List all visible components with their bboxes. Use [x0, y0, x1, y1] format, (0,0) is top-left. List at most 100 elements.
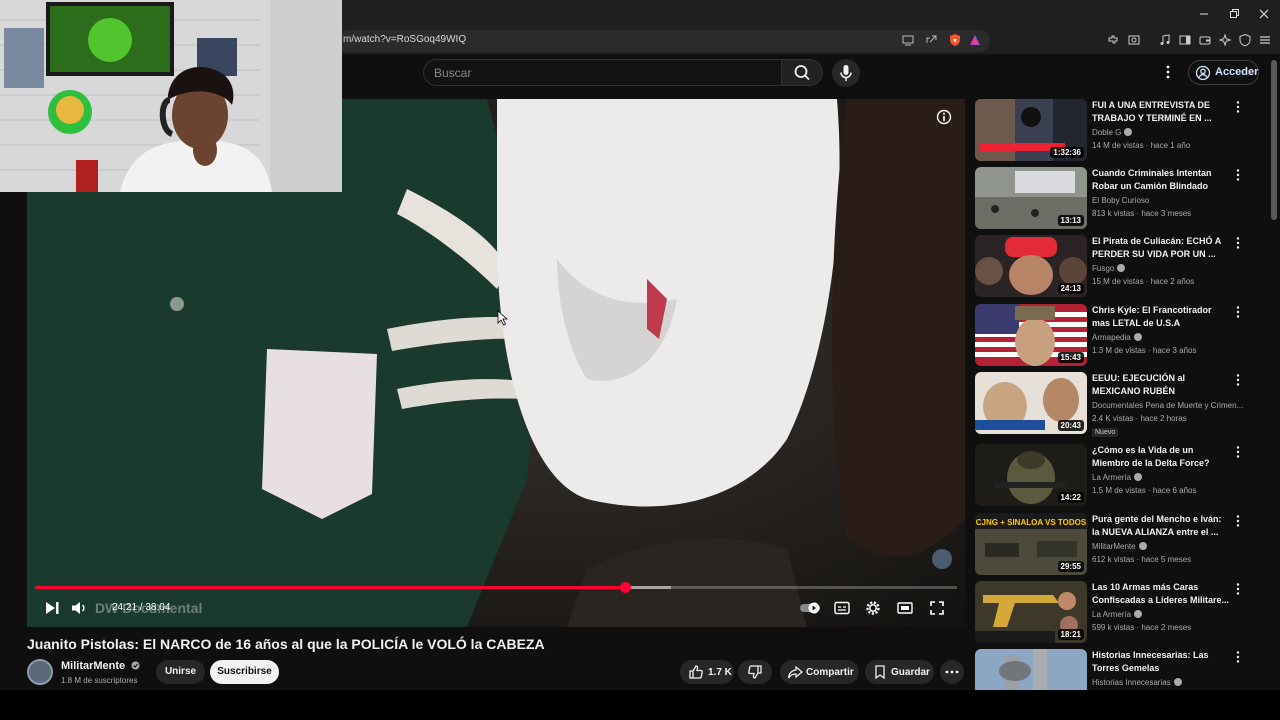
- more-actions-button[interactable]: [940, 660, 964, 684]
- recommendation-channel[interactable]: Armapedia: [1092, 333, 1142, 342]
- recommendation-thumbnail[interactable]: CJNG + SINALOA VS TODOS 29:55: [975, 513, 1087, 575]
- recommendation-item[interactable]: 15:43 Chris Kyle: El Francotirador mas L…: [975, 304, 1250, 368]
- recommendation-thumbnail[interactable]: 24:13: [975, 235, 1087, 297]
- recommendation-thumbnail[interactable]: 15:43: [975, 304, 1087, 366]
- subscribe-button[interactable]: Suscribirse: [210, 660, 279, 684]
- media-music-icon[interactable]: [1158, 33, 1172, 47]
- recommendation-channel-name[interactable]: Armapedia: [1092, 333, 1131, 342]
- recommendation-item[interactable]: 24:13 El Pirata de Culiacán: ECHÓ A PERD…: [975, 235, 1250, 299]
- recommendation-item[interactable]: 14:22 ¿Cómo es la Vida de un Miembro de …: [975, 444, 1250, 508]
- more-vertical-icon[interactable]: [1236, 169, 1240, 181]
- join-button[interactable]: Unirse: [156, 660, 205, 684]
- recommendation-title[interactable]: Chris Kyle: El Francotirador mas LETAL d…: [1092, 304, 1230, 330]
- search-button[interactable]: [781, 59, 823, 86]
- restore-icon[interactable]: [1227, 7, 1241, 21]
- subtitles-button[interactable]: [833, 599, 851, 617]
- recommendation-title[interactable]: Pura gente del Mencho e Iván: la NUEVA A…: [1092, 513, 1230, 539]
- close-window-icon[interactable]: [1257, 7, 1271, 21]
- url-text[interactable]: m/watch?v=RoSGoq49WIQ: [343, 34, 466, 45]
- recommendation-thumbnail[interactable]: 13:13: [975, 167, 1087, 229]
- recommendation-title[interactable]: Las 10 Armas más Caras Confiscadas a Lid…: [1092, 581, 1230, 607]
- settings-kebab-icon[interactable]: [1162, 64, 1174, 80]
- recommendation-item[interactable]: 1:32:36 FUI A UNA ENTREVISTA DE TRABAJO …: [975, 99, 1250, 163]
- fullscreen-button[interactable]: [928, 599, 946, 617]
- recommendation-item[interactable]: 18:21 Las 10 Armas más Caras Confiscadas…: [975, 581, 1250, 645]
- more-vertical-icon[interactable]: [1236, 237, 1240, 249]
- recommendation-item[interactable]: 13:13 Cuando Criminales Intentan Robar u…: [975, 167, 1250, 231]
- recommendation-thumbnail[interactable]: 18:21: [975, 581, 1087, 643]
- recommendation-channel-name[interactable]: La Armería: [1092, 473, 1131, 482]
- minimize-icon[interactable]: [1197, 7, 1211, 21]
- video-title: Juanito Pistolas: El NARCO de 16 años al…: [27, 636, 545, 652]
- recommendation-channel-name[interactable]: La Armería: [1092, 610, 1131, 619]
- more-vertical-icon[interactable]: [1236, 374, 1240, 386]
- save-button[interactable]: Guardar: [865, 660, 934, 684]
- recommendation-title[interactable]: El Pirata de Culiacán: ECHÓ A PERDER SU …: [1092, 235, 1230, 261]
- channel-name-text[interactable]: MilitarMente: [61, 660, 125, 672]
- recommendation-channel[interactable]: Fusgo: [1092, 264, 1126, 273]
- share-button[interactable]: Compartir: [780, 660, 859, 684]
- dislike-button[interactable]: [738, 660, 772, 684]
- more-vertical-icon[interactable]: [1236, 101, 1240, 113]
- more-vertical-icon[interactable]: [1236, 651, 1240, 663]
- recommendation-channel[interactable]: La Armería: [1092, 610, 1143, 619]
- volume-button[interactable]: [70, 599, 88, 617]
- sign-in-button[interactable]: Acceder: [1188, 60, 1259, 85]
- sidebar-toggle-icon[interactable]: [1178, 33, 1192, 47]
- voice-search-button[interactable]: [832, 59, 860, 87]
- wallet-icon[interactable]: [1198, 33, 1212, 47]
- recommendation-title[interactable]: FUI A UNA ENTREVISTA DE TRABAJO Y TERMIN…: [1092, 99, 1230, 125]
- more-vertical-icon[interactable]: [1236, 583, 1240, 595]
- share-page-icon[interactable]: [924, 33, 938, 47]
- video-duration: 24:13: [1057, 283, 1084, 294]
- like-button[interactable]: 1.7 K: [680, 660, 734, 684]
- brave-shield-icon[interactable]: [948, 33, 962, 47]
- recommendation-channel-name[interactable]: Documentales Pena de Muerte y Crimen...: [1092, 401, 1243, 410]
- recommendation-channel-name[interactable]: Fusgo: [1092, 264, 1114, 273]
- cast-icon[interactable]: [901, 33, 915, 47]
- recommendation-channel[interactable]: Documentales Pena de Muerte y Crimen...: [1092, 401, 1243, 410]
- progress-scrubber[interactable]: [620, 582, 631, 593]
- screenshot-icon[interactable]: [1127, 33, 1141, 47]
- more-vertical-icon[interactable]: [1236, 306, 1240, 318]
- channel-name[interactable]: MilitarMente: [61, 660, 140, 672]
- theater-mode-button[interactable]: [896, 599, 914, 617]
- recommendation-item[interactable]: Historias Innecesarias: Las Torres Gemel…: [975, 649, 1250, 690]
- search-input[interactable]: [434, 65, 764, 81]
- recommendation-channel[interactable]: Historias Innecesarias: [1092, 678, 1182, 687]
- browser-menu-icon[interactable]: [1258, 33, 1272, 47]
- recommendation-thumbnail[interactable]: [975, 649, 1087, 690]
- recommendation-thumbnail[interactable]: 20:43: [975, 372, 1087, 434]
- leo-ai-icon[interactable]: [1218, 33, 1232, 47]
- autoplay-toggle[interactable]: [799, 599, 821, 617]
- recommendation-channel-name[interactable]: El Boby Curioso: [1092, 196, 1149, 205]
- recommendation-item[interactable]: CJNG + SINALOA VS TODOS 29:55 Pura gente…: [975, 513, 1250, 577]
- info-icon[interactable]: [936, 109, 952, 125]
- verified-icon: [1134, 473, 1143, 481]
- channel-watermark-icon[interactable]: [932, 549, 952, 569]
- recommendation-title[interactable]: EEUU: EJECUCIÓN al MEXICANO RUBÉN GUTIER…: [1092, 372, 1230, 398]
- recommendation-channel[interactable]: El Boby Curioso: [1092, 196, 1149, 205]
- page-scrollbar[interactable]: [1271, 60, 1277, 220]
- vpn-shield-icon[interactable]: [1238, 33, 1252, 47]
- recommendation-channel-name[interactable]: Historias Innecesarias: [1092, 678, 1171, 687]
- recommendation-thumbnail[interactable]: 1:32:36: [975, 99, 1087, 161]
- recommendation-title[interactable]: Historias Innecesarias: Las Torres Gemel…: [1092, 649, 1230, 675]
- more-vertical-icon[interactable]: [1236, 515, 1240, 527]
- settings-button[interactable]: [864, 599, 882, 617]
- recommendation-item[interactable]: 20:43 EEUU: EJECUCIÓN al MEXICANO RUBÉN …: [975, 372, 1250, 437]
- recommendation-channel[interactable]: Doble G: [1092, 128, 1133, 137]
- recommendation-thumbnail[interactable]: 14:22: [975, 444, 1087, 506]
- extensions-icon[interactable]: [1106, 33, 1120, 47]
- recommendation-channel-name[interactable]: Doble G: [1092, 128, 1121, 137]
- brave-rewards-icon[interactable]: [968, 33, 982, 47]
- recommendation-channel-name[interactable]: MilitarMente: [1092, 542, 1136, 551]
- recommendation-title[interactable]: Cuando Criminales Intentan Robar un Cami…: [1092, 167, 1230, 193]
- more-vertical-icon[interactable]: [1236, 446, 1240, 458]
- channel-avatar[interactable]: [27, 659, 53, 685]
- search-box[interactable]: [423, 59, 781, 86]
- recommendation-channel[interactable]: MilitarMente: [1092, 542, 1147, 551]
- next-button[interactable]: [44, 599, 62, 617]
- recommendation-title[interactable]: ¿Cómo es la Vida de un Miembro de la Del…: [1092, 444, 1230, 470]
- recommendation-channel[interactable]: La Armería: [1092, 473, 1143, 482]
